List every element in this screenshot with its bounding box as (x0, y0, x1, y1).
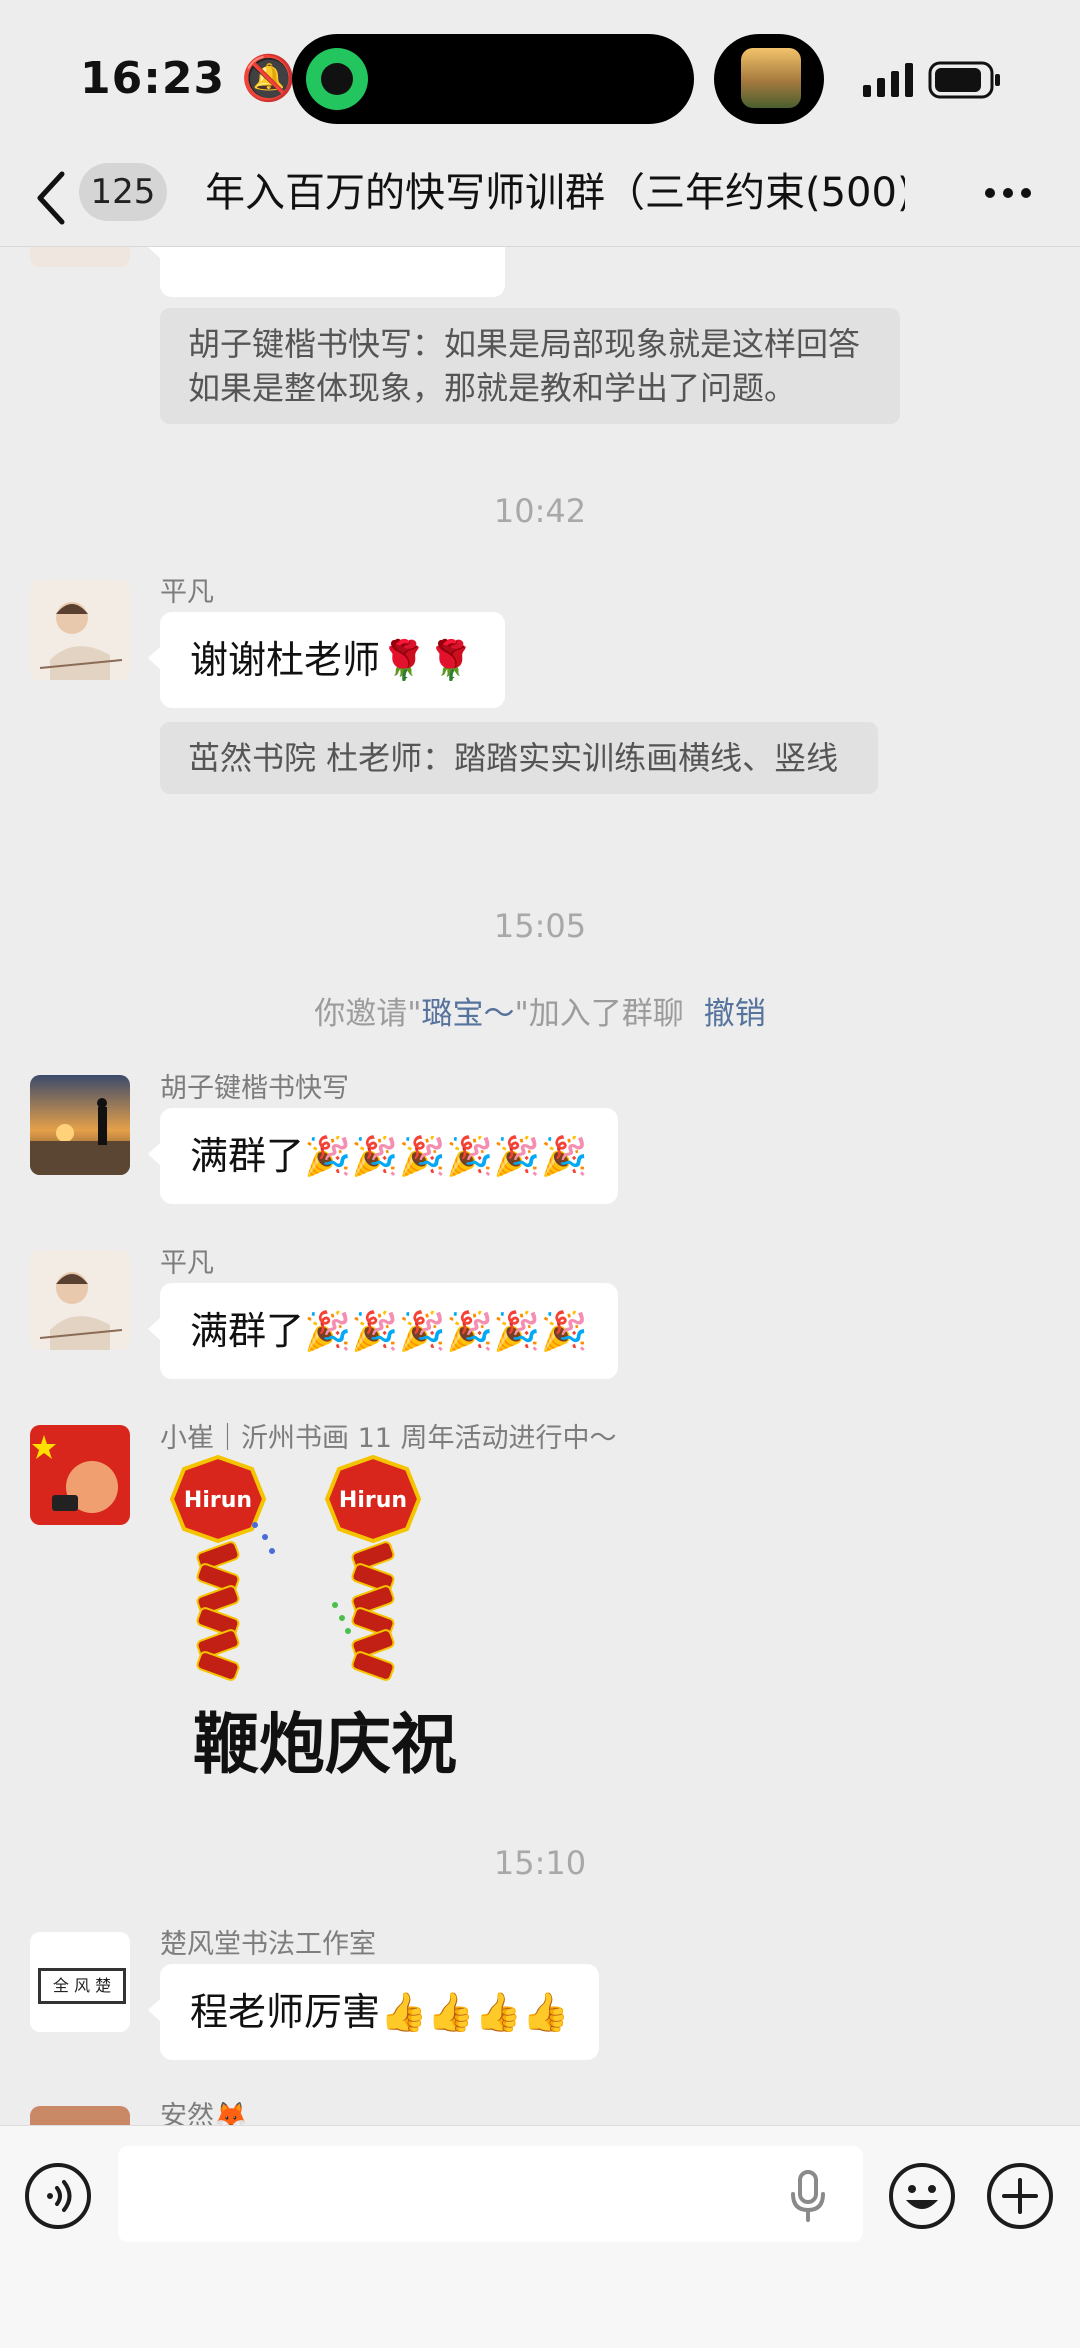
avatar-sunset[interactable] (30, 1075, 130, 1175)
avatar-calligraphy[interactable]: 全 风 楚 (30, 1932, 130, 2032)
undo-link[interactable]: 撤销 (704, 996, 766, 1032)
avatar-flag[interactable] (30, 1425, 130, 1525)
back-chevron-icon[interactable] (34, 168, 68, 228)
quoted-message[interactable]: 茁然书院 杜老师：踏踏实实训练画横线、竖线 (160, 722, 878, 794)
landscape-thumbnail (741, 48, 801, 108)
sticker-brand: Hirun (184, 1488, 252, 1513)
add-more-icon[interactable] (986, 2162, 1054, 2230)
invited-user-link[interactable]: 璐宝～ (422, 996, 515, 1032)
quoted-message[interactable]: 胡子键楷书快写：如果是局部现象就是这样回答 如果是整体现象，那就是教和学出了问题… (160, 308, 900, 424)
sticker-brand: Hirun (339, 1488, 407, 1513)
group-title[interactable]: 年入百万的快写师训群（三年约束(500) 🔕 (205, 164, 905, 224)
mute-bell-icon: 🔕 (241, 53, 298, 104)
timestamp: 15:10 (493, 1844, 587, 1882)
status-time: 16:23 🔕 (80, 53, 298, 104)
message-bubble[interactable]: 满群了🎉🎉🎉🎉🎉🎉 (148, 1108, 618, 1204)
sticker-caption: 鞭炮庆祝 (193, 1706, 457, 1783)
battery-icon (928, 61, 1000, 99)
message-bubble[interactable]: 满群了🎉🎉🎉🎉🎉🎉 (148, 1283, 618, 1379)
timestamp: 10:42 (493, 492, 587, 530)
message-input[interactable] (118, 2146, 863, 2242)
sender-name: 胡子键楷书快写 (160, 1073, 349, 1104)
voice-mode-icon[interactable] (24, 2162, 92, 2230)
sender-name: 平凡 (160, 1248, 214, 1279)
avatar-seal-text: 全 风 楚 (38, 1968, 126, 2004)
firecracker-sticker[interactable]: Hirun Hirun 鞭炮庆祝 (160, 1455, 490, 1785)
avatar-child-drawing[interactable] (30, 1250, 130, 1350)
unread-count-badge[interactable]: 125 (79, 163, 167, 221)
message-bubble[interactable]: 谢谢杜老师🌹🌹 (148, 612, 505, 708)
microphone-icon[interactable] (790, 2170, 826, 2222)
avatar[interactable] (30, 2106, 130, 2126)
sender-name: 楚风堂书法工作室 (160, 1929, 376, 1960)
avatar-child-drawing[interactable] (30, 580, 130, 680)
timestamp: 15:05 (493, 907, 587, 945)
more-options-icon[interactable] (984, 186, 1032, 200)
message-bubble[interactable]: 程老师厉害👍👍👍👍 (147, 1964, 600, 2060)
system-notice: 你邀请"璐宝～"加入了群聊 撤销 (314, 996, 766, 1032)
sender-name: 平凡 (160, 577, 214, 608)
emoji-icon[interactable] (888, 2162, 956, 2230)
signal-icon (863, 63, 913, 97)
sender-name: 小崔｜沂州书画 11 周年活动进行中～ (160, 1423, 617, 1454)
